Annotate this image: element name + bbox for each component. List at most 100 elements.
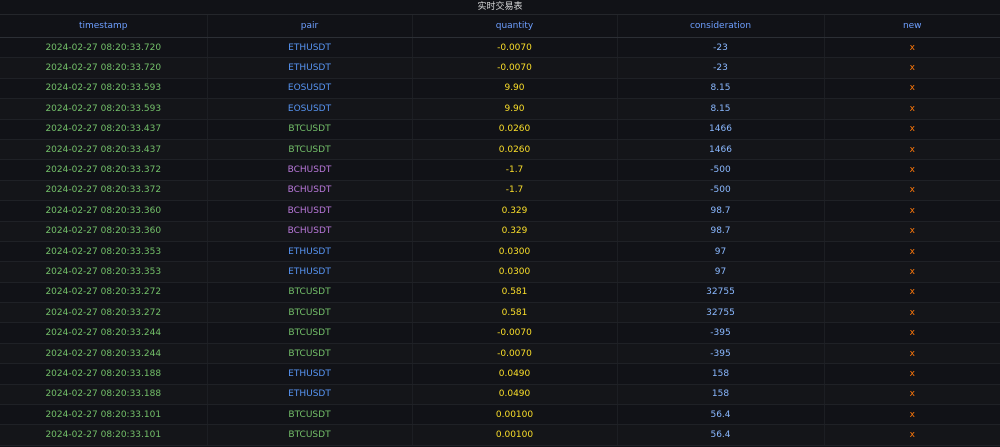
cell-consideration: 56.4 <box>616 424 824 446</box>
cell-pair: BTCUSDT <box>206 424 412 446</box>
cell-consideration: 32755 <box>616 282 824 304</box>
cell-pair: EOSUSDT <box>206 98 412 120</box>
cell-consideration: 97 <box>616 261 824 283</box>
cell-timestamp: 2024-02-27 08:20:33.353 <box>0 241 207 263</box>
cell-consideration: 8.15 <box>616 98 824 120</box>
cell-consideration: 98.7 <box>616 221 824 242</box>
cell-pair: BTCUSDT <box>206 119 412 140</box>
cell-quantity: -0.0070 <box>411 322 617 344</box>
cell-quantity: 0.581 <box>411 282 617 304</box>
table-row: 2024-02-27 08:20:33.437 BTCUSDT 0.0260 1466… <box>0 139 1000 161</box>
cell-timestamp: 2024-02-27 08:20:33.593 <box>0 98 207 120</box>
cell-timestamp: 2024-02-27 08:20:33.188 <box>0 363 207 385</box>
cell-timestamp: 2024-02-27 08:20:33.720 <box>0 57 207 79</box>
cell-consideration: -500 <box>616 180 824 202</box>
table-row: 2024-02-27 08:20:33.244 BTCUSDT -0.0070 -39… <box>0 322 1000 344</box>
table-row: 2024-02-27 08:20:33.372 BCHUSDT -1.7 -500 x <box>0 159 1000 181</box>
table-row: 2024-02-27 08:20:33.372 BCHUSDT -1.7 -500 x <box>0 180 1000 202</box>
cell-consideration: 32755 <box>616 302 824 324</box>
cell-timestamp: 2024-02-27 08:20:33.360 <box>0 221 207 242</box>
table-row: 2024-02-27 08:20:33.272 BTCUSDT 0.581 32755… <box>0 302 1000 324</box>
cell-new: x <box>823 404 1000 426</box>
panel-title[interactable]: 实时交易表 <box>0 0 1000 14</box>
cell-quantity: -0.0070 <box>411 37 617 59</box>
cell-consideration: 97 <box>616 241 824 263</box>
table-row: 2024-02-27 08:20:33.437 BTCUSDT 0.0260 1466… <box>0 119 1000 140</box>
cell-quantity: 0.0490 <box>411 363 617 385</box>
cell-quantity: -0.0070 <box>411 343 617 365</box>
cell-new: x <box>823 200 1000 222</box>
table-row: 2024-02-27 08:20:33.353 ETHUSDT 0.0300 97 x <box>0 261 1000 283</box>
table-row: 2024-02-27 08:20:33.720 ETHUSDT -0.0070 -23… <box>0 37 1000 59</box>
cell-pair: BTCUSDT <box>206 139 412 161</box>
column-header-new[interactable]: new <box>823 14 1000 38</box>
table-row: 2024-02-27 08:20:33.101 BTCUSDT 0.00100 56.… <box>0 404 1000 426</box>
cell-pair: ETHUSDT <box>206 384 412 406</box>
cell-quantity: 0.00100 <box>411 424 617 446</box>
cell-timestamp: 2024-02-27 08:20:33.244 <box>0 322 207 344</box>
cell-new: x <box>823 180 1000 202</box>
column-header-quantity[interactable]: quantity <box>411 14 617 38</box>
cell-quantity: 0.0300 <box>411 241 617 263</box>
cell-quantity: -1.7 <box>411 159 617 181</box>
column-header-pair[interactable]: pair <box>206 14 412 38</box>
column-header-timestamp[interactable]: timestamp <box>0 14 207 38</box>
cell-consideration: -395 <box>616 343 824 365</box>
cell-timestamp: 2024-02-27 08:20:33.372 <box>0 180 207 202</box>
cell-new: x <box>823 363 1000 385</box>
cell-new: x <box>823 78 1000 100</box>
cell-quantity: 0.0300 <box>411 261 617 283</box>
cell-pair: BTCUSDT <box>206 404 412 426</box>
cell-timestamp: 2024-02-27 08:20:33.244 <box>0 343 207 365</box>
cell-new: x <box>823 159 1000 181</box>
table-row: 2024-02-27 08:20:33.244 BTCUSDT -0.0070 -39… <box>0 343 1000 365</box>
column-header-consideration[interactable]: consideration <box>616 14 824 38</box>
cell-timestamp: 2024-02-27 08:20:33.593 <box>0 78 207 100</box>
cell-new: x <box>823 282 1000 304</box>
cell-pair: BTCUSDT <box>206 322 412 344</box>
cell-new: x <box>823 119 1000 140</box>
cell-quantity: 0.329 <box>411 221 617 242</box>
table-row: 2024-02-27 08:20:33.593 EOSUSDT 9.90 8.15 x <box>0 78 1000 100</box>
cell-new: x <box>823 343 1000 365</box>
cell-new: x <box>823 261 1000 283</box>
cell-new: x <box>823 241 1000 263</box>
table-row: 2024-02-27 08:20:33.272 BTCUSDT 0.581 32755… <box>0 282 1000 304</box>
cell-quantity: 0.0260 <box>411 139 617 161</box>
cell-timestamp: 2024-02-27 08:20:33.272 <box>0 282 207 304</box>
cell-pair: BCHUSDT <box>206 180 412 202</box>
cell-consideration: 158 <box>616 384 824 406</box>
cell-consideration: 1466 <box>616 119 824 140</box>
cell-quantity: 0.0490 <box>411 384 617 406</box>
trades-panel: 实时交易表 timestamp pair quantity considerat… <box>0 0 1000 447</box>
table-row: 2024-02-27 08:20:33.188 ETHUSDT 0.0490 158 x <box>0 384 1000 406</box>
table-row: 2024-02-27 08:20:33.720 ETHUSDT -0.0070 -23… <box>0 57 1000 79</box>
cell-pair: BCHUSDT <box>206 159 412 181</box>
cell-consideration: 158 <box>616 363 824 385</box>
cell-consideration: -23 <box>616 37 824 59</box>
table-row: 2024-02-27 08:20:33.353 ETHUSDT 0.0300 97 x <box>0 241 1000 263</box>
cell-new: x <box>823 37 1000 59</box>
cell-timestamp: 2024-02-27 08:20:33.188 <box>0 384 207 406</box>
cell-timestamp: 2024-02-27 08:20:33.720 <box>0 37 207 59</box>
cell-timestamp: 2024-02-27 08:20:33.101 <box>0 424 207 446</box>
cell-pair: ETHUSDT <box>206 57 412 79</box>
table-row: 2024-02-27 08:20:33.593 EOSUSDT 9.90 8.15 x <box>0 98 1000 120</box>
cell-consideration: 1466 <box>616 139 824 161</box>
cell-new: x <box>823 424 1000 446</box>
cell-pair: EOSUSDT <box>206 78 412 100</box>
cell-new: x <box>823 322 1000 344</box>
cell-quantity: 0.00100 <box>411 404 617 426</box>
cell-new: x <box>823 98 1000 120</box>
cell-timestamp: 2024-02-27 08:20:33.372 <box>0 159 207 181</box>
cell-new: x <box>823 221 1000 242</box>
cell-pair: BTCUSDT <box>206 302 412 324</box>
cell-quantity: -1.7 <box>411 180 617 202</box>
cell-pair: ETHUSDT <box>206 241 412 263</box>
cell-new: x <box>823 384 1000 406</box>
cell-timestamp: 2024-02-27 08:20:33.437 <box>0 119 207 140</box>
cell-quantity: 0.0260 <box>411 119 617 140</box>
table-row: 2024-02-27 08:20:33.360 BCHUSDT 0.329 98.7 x <box>0 221 1000 242</box>
cell-quantity: 0.329 <box>411 200 617 222</box>
cell-new: x <box>823 302 1000 324</box>
